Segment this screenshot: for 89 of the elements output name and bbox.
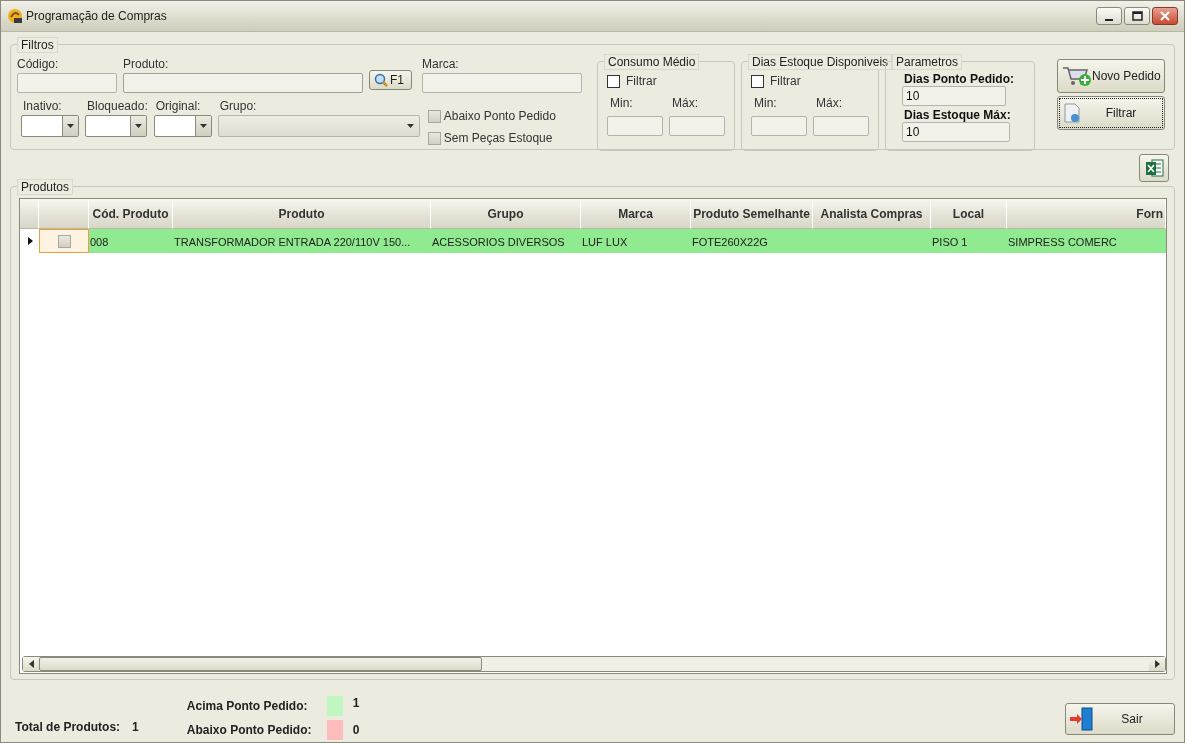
field-label: Inativo: xyxy=(23,99,63,113)
field-label: Marca: xyxy=(422,57,460,71)
column-header[interactable]: Analista Compras xyxy=(813,199,931,229)
table-cell-text: PISO 1 xyxy=(931,235,969,250)
minimize-icon xyxy=(1105,19,1113,21)
filter-button[interactable]: Filtrar xyxy=(1057,96,1165,130)
field-label: Min: xyxy=(754,96,778,110)
input-field[interactable]: 10 xyxy=(902,86,1006,106)
field-label: Original: xyxy=(155,99,202,113)
checkbox[interactable] xyxy=(607,74,620,88)
total-count: 1 xyxy=(132,720,139,734)
field-label: Máx: xyxy=(816,96,843,110)
table-row[interactable]: 008 TRANSFORMADOR ENTRADA 220/110V 150... ACESSORIOS DIVERSOS LUF LUX FOTE260X22G PISO 1 SIMPRESS COMERC xyxy=(20,229,1166,253)
legend-count: 1 xyxy=(352,696,360,710)
checkbox[interactable] xyxy=(427,131,441,145)
table-cell-text: ACESSORIOS DIVERSOS xyxy=(431,235,566,250)
dropdown-arrow-icon xyxy=(67,124,74,128)
group-title: Consumo Médio xyxy=(604,54,700,70)
legend-count: 0 xyxy=(352,723,360,737)
spreadsheet-icon xyxy=(1144,158,1164,178)
app-logo-icon xyxy=(7,8,23,24)
field-label: Min: xyxy=(610,96,634,110)
exit-door-icon xyxy=(1070,707,1094,731)
field-label: Produto: xyxy=(123,57,170,71)
total-label: Total de Produtos: xyxy=(15,720,121,734)
checkbox[interactable] xyxy=(58,234,71,248)
checkbox-label: Filtrar xyxy=(770,74,801,88)
group-title: Dias Estoque Disponiveis xyxy=(748,54,893,70)
checkbox-label: Filtrar xyxy=(626,74,657,88)
input-field[interactable] xyxy=(813,116,869,136)
checkbox-label: Abaixo Ponto Pedido xyxy=(443,109,556,123)
group-title: Parametros xyxy=(892,54,963,70)
scroll-left-icon[interactable] xyxy=(28,660,34,668)
column-header[interactable]: Produto xyxy=(173,199,431,229)
current-row-icon xyxy=(27,237,33,245)
exit-button[interactable]: Sair xyxy=(1065,703,1175,735)
legend-label: Abaixo Ponto Pedido: xyxy=(186,723,313,737)
window-title: Programação de Compras xyxy=(26,9,168,23)
maximize-button[interactable] xyxy=(1124,7,1150,25)
shopping-cart-add-icon xyxy=(1062,65,1092,87)
search-icon xyxy=(374,73,388,87)
input-field[interactable] xyxy=(422,73,582,93)
column-header[interactable]: Grupo xyxy=(431,199,581,229)
column-header[interactable] xyxy=(39,199,89,229)
dropdown-arrow-icon xyxy=(407,124,415,128)
field-label: Máx: xyxy=(672,96,699,110)
field-label: Dias Estoque Máx: xyxy=(904,108,1012,122)
checkbox-label: Sem Peças Estoque xyxy=(443,131,553,145)
input-field[interactable] xyxy=(751,116,807,136)
table-cell-text: SIMPRESS COMERC xyxy=(1007,235,1118,250)
table-cell-text: TRANSFORMADOR ENTRADA 220/110V 150... xyxy=(173,235,412,250)
new-order-button[interactable]: Novo Pedido xyxy=(1057,59,1165,93)
maximize-icon xyxy=(1131,11,1143,21)
input-field[interactable] xyxy=(123,73,363,93)
input-field[interactable] xyxy=(607,116,663,136)
dropdown[interactable] xyxy=(85,115,147,137)
dropdown-arrow-icon xyxy=(135,124,142,128)
table-cell-text: LUF LUX xyxy=(581,235,629,250)
checkbox[interactable] xyxy=(427,109,441,123)
field-label: Bloqueado: xyxy=(87,99,148,113)
dropdown[interactable] xyxy=(153,115,212,137)
table-cell-text: 008 xyxy=(89,235,110,250)
dropdown[interactable] xyxy=(21,115,79,137)
minimize-button[interactable] xyxy=(1096,7,1122,25)
column-header[interactable]: Cód. Produto xyxy=(89,199,173,229)
input-field[interactable]: 10 xyxy=(902,122,1010,142)
group-title: Produtos xyxy=(17,179,74,195)
column-header[interactable]: Local xyxy=(931,199,1007,229)
excel-export-button[interactable] xyxy=(1139,154,1169,182)
close-icon xyxy=(1160,11,1170,21)
horizontal-scrollbar[interactable] xyxy=(22,656,1166,672)
document-refresh-icon xyxy=(1062,103,1082,123)
group-title: Filtros xyxy=(17,37,58,53)
column-header[interactable]: Produto Semelhante xyxy=(691,199,813,229)
field-label: Grupo: xyxy=(219,99,258,113)
dropdown-arrow-icon xyxy=(199,124,207,128)
field-label: Dias Ponto Pedido: xyxy=(904,72,1015,86)
scroll-right-icon[interactable] xyxy=(1154,660,1160,668)
column-header[interactable]: Forn xyxy=(1007,199,1166,229)
table-cell-text: FOTE260X22G xyxy=(691,235,769,250)
close-button[interactable] xyxy=(1152,7,1178,25)
column-header[interactable]: Marca xyxy=(581,199,691,229)
input-field[interactable] xyxy=(669,116,725,136)
input-field[interactable] xyxy=(17,73,117,93)
lookup-button[interactable]: F1 xyxy=(369,70,412,90)
legend-label: Acima Ponto Pedido: xyxy=(186,699,309,713)
field-label: Código: xyxy=(17,57,60,71)
checkbox[interactable] xyxy=(751,74,764,88)
dropdown[interactable] xyxy=(217,115,420,137)
